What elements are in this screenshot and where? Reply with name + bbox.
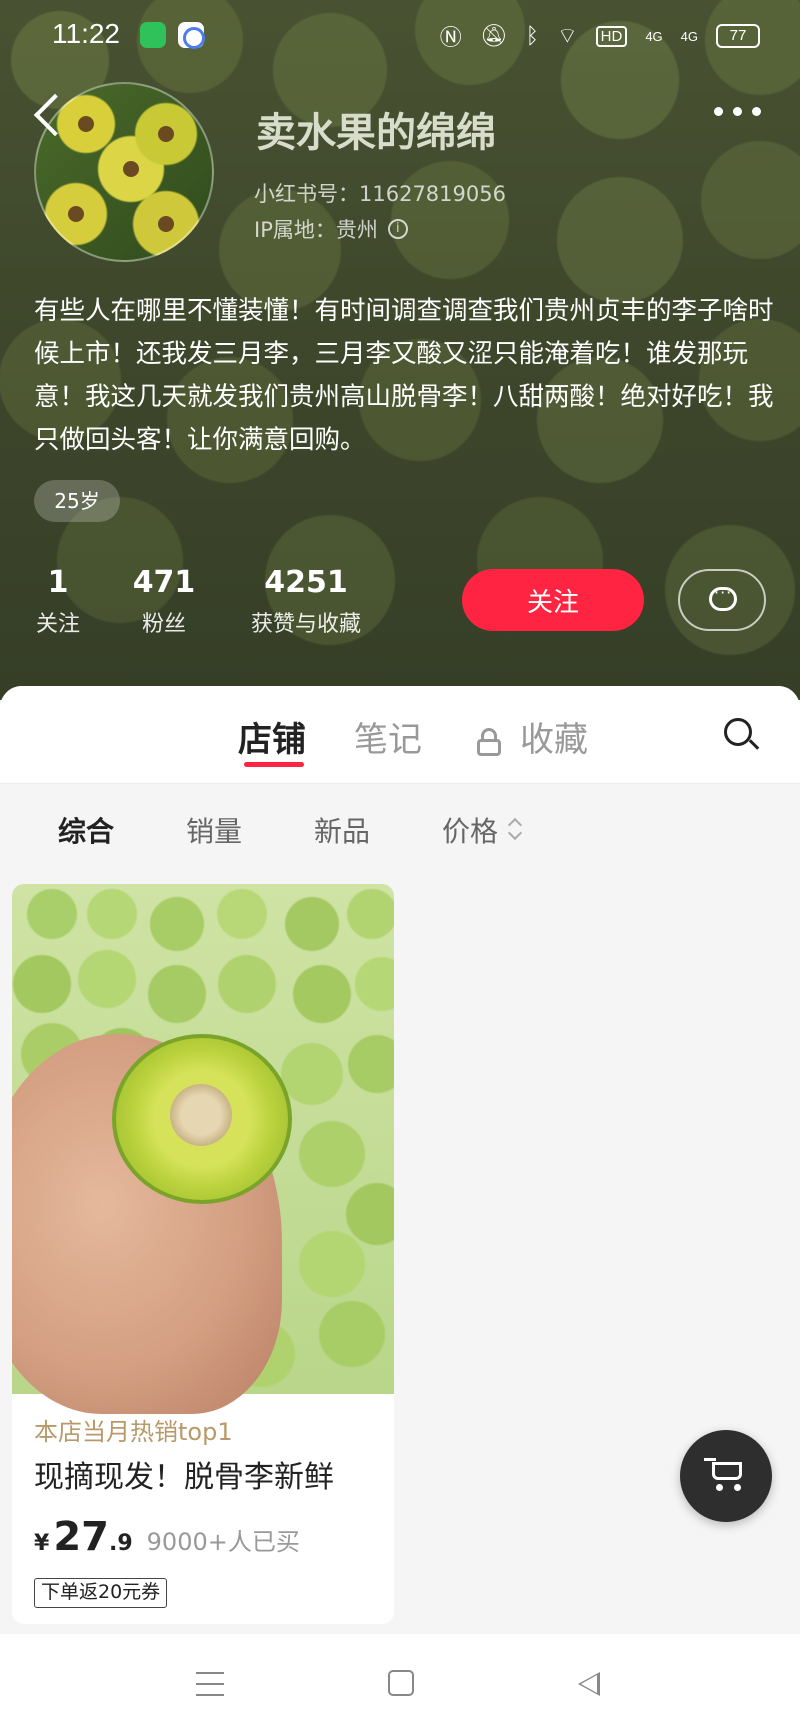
profile-bio[interactable]: 有些人在哪里不懂装懂！有时间调查调查我们贵州贞丰的李子啥时候上市！还我发三月李，… (34, 290, 774, 462)
product-title: 现摘现发！脱骨李新鲜 (34, 1460, 334, 1495)
stat-label: 获赞与收藏 (250, 612, 361, 637)
coupon-badge: 下单返20元券 (34, 1578, 168, 1608)
cart-button[interactable] (680, 1430, 772, 1522)
stat-likes-collects[interactable]: 4251 获赞与收藏 (244, 565, 368, 638)
stat-followers[interactable]: 471 粉丝 (132, 565, 196, 638)
stat-value: 4251 (264, 565, 348, 600)
hd-icon: HD (595, 25, 628, 47)
age-tag: 25岁 (34, 480, 120, 522)
sort-arrows-icon[interactable] (508, 816, 522, 842)
status-bar: 11:22 Ⓝ 🔕︎ ᛒ ⌔ HD 4G 4G 77 (0, 0, 800, 70)
follow-button[interactable]: 关注 (462, 569, 644, 631)
price-row: ¥ 27 .9 9000+人已买 (34, 1514, 300, 1560)
price-currency: ¥ (34, 1531, 50, 1556)
cloud-app-icon (178, 22, 205, 49)
sold-count: 9000+人已买 (146, 1528, 300, 1556)
stat-value: 1 (47, 565, 69, 600)
sort-bar: 综合 销量 新品 价格 (0, 784, 800, 872)
sort-price[interactable]: 价格 (442, 810, 498, 850)
mute-icon: 🔕︎ (479, 23, 508, 48)
message-button[interactable] (678, 569, 766, 631)
tab-bar: 店铺 笔记 收藏 (0, 686, 800, 784)
system-nav-bar (0, 1634, 800, 1733)
home-icon[interactable] (388, 1670, 414, 1696)
tab-active-indicator (244, 762, 304, 767)
ip-location-label: IP属地：贵州 (254, 218, 378, 242)
cart-icon (704, 1458, 748, 1494)
info-icon[interactable]: i (387, 219, 408, 239)
red-id[interactable]: 小红书号：11627819056 (254, 178, 506, 208)
tab-collections[interactable]: 收藏 (520, 712, 588, 761)
price-integer: 27 (53, 1514, 109, 1560)
tab-shop[interactable]: 店铺 (238, 712, 306, 761)
signal-icon-1: 4G (645, 28, 663, 44)
content-sheet: 店铺 笔记 收藏 综合 销量 新品 价格 本店当月热销top1 现摘现发！脱骨李… (0, 686, 800, 1634)
more-icon[interactable] (714, 103, 762, 119)
lock-icon (476, 728, 502, 756)
stat-following[interactable]: 1 关注 (34, 565, 82, 638)
product-hot-tag: 本店当月热销top1 (34, 1418, 233, 1446)
battery-icon: 77 (716, 24, 760, 48)
product-image-pit (170, 1084, 232, 1146)
tab-notes[interactable]: 笔记 (354, 712, 422, 761)
wifi-icon: ⌔ (556, 23, 578, 48)
chat-bubble-icon (709, 583, 737, 611)
product-card[interactable]: 本店当月热销top1 现摘现发！脱骨李新鲜 ¥ 27 .9 9000+人已买 下… (12, 884, 394, 1624)
sort-overall[interactable]: 综合 (58, 810, 114, 850)
recent-apps-icon[interactable] (196, 1672, 224, 1696)
price-decimal: .9 (108, 1531, 133, 1556)
profile-name: 卖水果的绵绵 (256, 110, 496, 156)
sort-sales[interactable]: 销量 (186, 810, 242, 850)
product-image[interactable] (12, 884, 394, 1414)
search-icon[interactable] (724, 718, 760, 752)
status-icons: Ⓝ 🔕︎ ᛒ ⌔ HD 4G 4G 77 (440, 20, 760, 52)
bluetooth-icon: ᛒ (525, 23, 539, 48)
sort-new[interactable]: 新品 (314, 810, 370, 850)
stat-label: 粉丝 (141, 612, 186, 637)
stat-label: 关注 (35, 612, 80, 637)
stat-value: 471 (132, 565, 196, 600)
signal-icon-2: 4G (680, 28, 698, 44)
status-time: 11:22 (52, 18, 120, 49)
system-back-icon[interactable] (578, 1672, 600, 1696)
nfc-icon: Ⓝ (439, 25, 462, 50)
message-app-icon (140, 22, 166, 48)
ip-location[interactable]: IP属地：贵州 i (254, 214, 408, 244)
